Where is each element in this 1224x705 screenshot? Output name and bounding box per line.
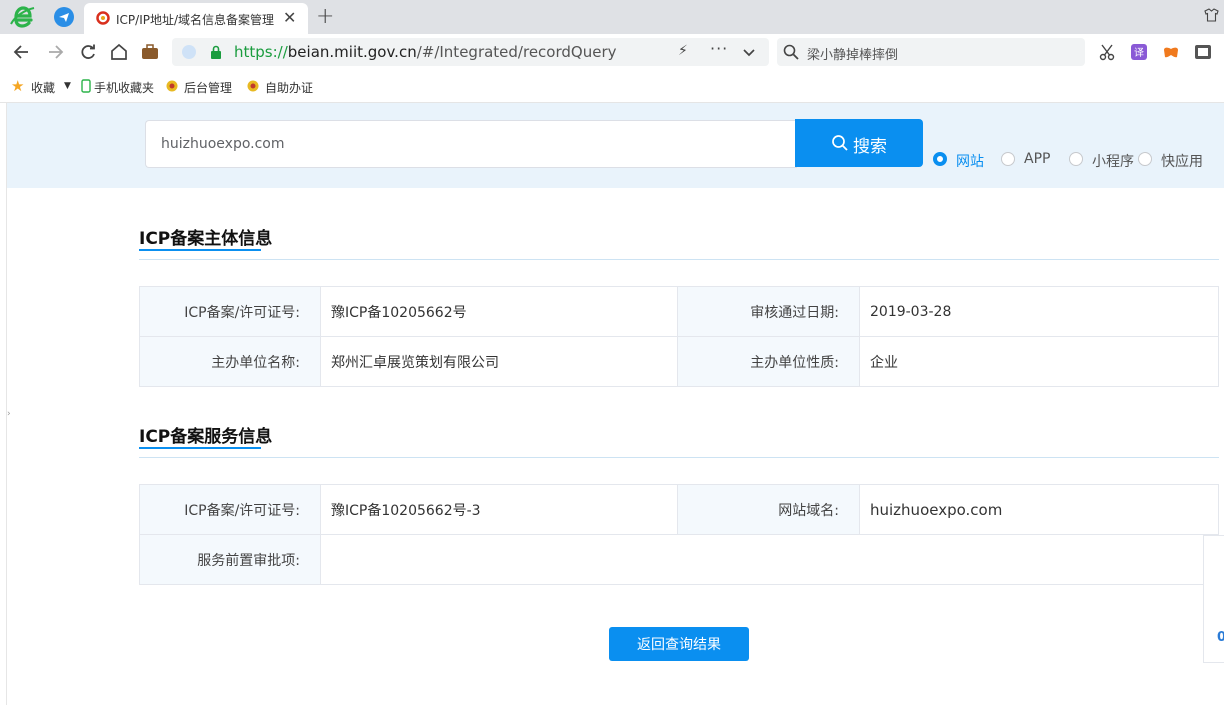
back-to-results-button[interactable]: 返回查询结果: [609, 627, 749, 661]
radio-dot: [1001, 152, 1015, 166]
browser-nav-bar: https://beian.miit.gov.cn/#/Integrated/r…: [0, 34, 1224, 70]
tab-title: ICP/IP地址/域名信息备案管理: [116, 13, 275, 27]
search-button-label: 搜索: [853, 137, 887, 157]
organizer-type-value: 企业: [859, 336, 1219, 387]
organizer-name-label: 主办单位名称:: [139, 336, 321, 387]
site-shield-icon[interactable]: [182, 45, 196, 59]
subject-section-title: ICP备案主体信息: [139, 229, 273, 249]
forward-icon[interactable]: [45, 42, 65, 62]
more-icon[interactable]: ···: [710, 39, 728, 58]
caret-down-icon[interactable]: ▼: [64, 81, 71, 91]
browser-search-box[interactable]: 梁小静掉棒摔倒: [777, 38, 1085, 66]
radio-dot: [933, 152, 947, 166]
website-domain-value: huizhuoexpo.com: [859, 484, 1219, 535]
service-record-number-value: 豫ICP备10205662号-3: [320, 484, 678, 535]
address-bar[interactable]: https://beian.miit.gov.cn/#/Integrated/r…: [172, 38, 769, 66]
section-divider: [139, 457, 1219, 458]
emblem-icon: [247, 80, 259, 92]
bookmark-mobile[interactable]: 手机收藏夹: [94, 79, 154, 96]
domain-search-value: huizhuoexpo.com: [161, 136, 285, 152]
telegram-icon[interactable]: [54, 7, 74, 27]
section-underline: [139, 249, 261, 251]
page-content: › huizhuoexpo.com 搜索 网站 APP 小程序 快应用 ICP备…: [6, 103, 1224, 705]
browser-logo-icon[interactable]: [9, 4, 35, 30]
section-underline: [139, 447, 261, 449]
bookmarks-bar: ★ 收藏 ▼ 手机收藏夹 后台管理 自助办证: [0, 70, 1224, 103]
browser-tab-bar: ICP/IP地址/域名信息备案管理 ✕ +: [0, 0, 1224, 34]
site-favicon-icon: [96, 11, 110, 25]
service-section-title: ICP备案服务信息: [139, 427, 273, 447]
game-icon[interactable]: [1162, 43, 1180, 61]
new-tab-icon[interactable]: +: [316, 4, 334, 29]
close-tab-icon[interactable]: ✕: [283, 8, 296, 27]
approval-date-value: 2019-03-28: [859, 286, 1219, 337]
svg-text:译: 译: [1134, 47, 1144, 59]
browser-search-query: 梁小静掉棒摔倒: [807, 48, 899, 63]
organizer-name-value: 郑州汇卓展览策划有限公司: [320, 336, 678, 387]
website-domain-label: 网站域名:: [677, 484, 860, 535]
window-icon[interactable]: [1194, 43, 1212, 61]
search-icon: [783, 44, 799, 60]
radio-quick-app[interactable]: 快应用: [1138, 151, 1208, 170]
bookmark-admin[interactable]: 后台管理: [184, 79, 232, 96]
translate-icon[interactable]: 译: [1130, 43, 1148, 61]
radio-website[interactable]: 网站: [933, 151, 993, 170]
lock-icon[interactable]: [210, 45, 222, 59]
domain-search-input[interactable]: huizhuoexpo.com: [145, 120, 797, 168]
organizer-type-label: 主办单位性质:: [677, 336, 860, 387]
floating-side-panel[interactable]: 0: [1203, 535, 1224, 663]
chevron-down-icon[interactable]: [742, 45, 756, 59]
bookmark-favorites[interactable]: 收藏: [31, 79, 55, 96]
active-tab[interactable]: ICP/IP地址/域名信息备案管理 ✕: [84, 3, 308, 34]
radio-mini-program[interactable]: 小程序: [1069, 151, 1139, 170]
search-button[interactable]: 搜索: [795, 119, 923, 167]
record-number-label: ICP备案/许可证号:: [139, 286, 321, 337]
service-record-number-label: ICP备案/许可证号:: [139, 484, 321, 535]
reload-icon[interactable]: [78, 42, 98, 62]
collapse-handle-icon[interactable]: ›: [7, 409, 11, 419]
pre-approval-value: [320, 534, 1205, 585]
radio-dot: [1069, 152, 1083, 166]
record-number-value: 豫ICP备10205662号: [320, 286, 678, 337]
briefcase-icon[interactable]: [140, 42, 160, 62]
section-divider: [139, 259, 1219, 260]
pre-approval-label: 服务前置审批项:: [139, 534, 321, 585]
search-icon: [832, 135, 848, 151]
home-icon[interactable]: [109, 42, 129, 62]
search-band: huizhuoexpo.com 搜索 网站 APP 小程序 快应用: [7, 103, 1224, 188]
star-icon[interactable]: ★: [11, 77, 25, 95]
speed-mode-icon[interactable]: ⚡: [678, 43, 688, 59]
approval-date-label: 审核通过日期:: [677, 286, 860, 337]
emblem-icon: [166, 80, 178, 92]
skin-icon[interactable]: [1204, 8, 1219, 22]
back-icon[interactable]: [12, 42, 32, 62]
floating-counter: 0: [1217, 630, 1224, 645]
scissors-icon[interactable]: [1098, 43, 1116, 61]
radio-dot: [1138, 152, 1152, 166]
url-text[interactable]: https://beian.miit.gov.cn/#/Integrated/r…: [234, 43, 617, 61]
phone-icon: [81, 79, 91, 93]
bookmark-self-service[interactable]: 自助办证: [265, 79, 313, 96]
radio-app[interactable]: APP: [1001, 151, 1065, 169]
